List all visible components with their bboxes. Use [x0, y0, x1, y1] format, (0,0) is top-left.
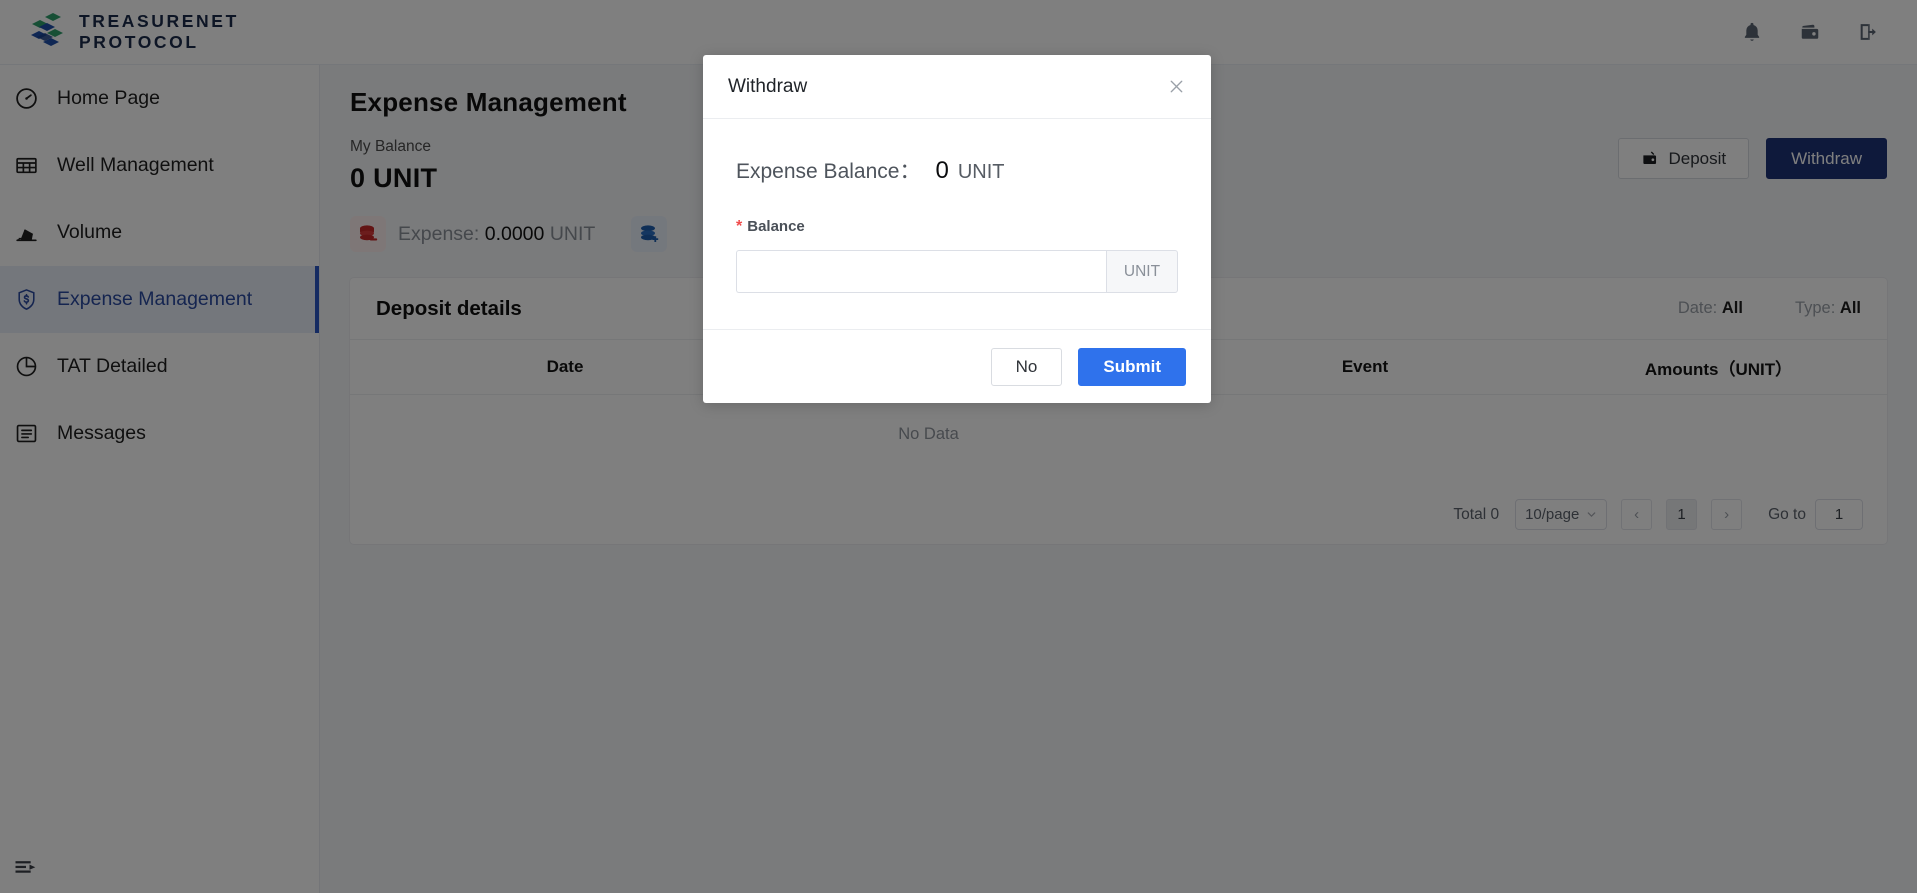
- modal-footer: No Submit: [703, 329, 1211, 403]
- app-root: TREASURENET PROTOCOL: [0, 0, 1917, 893]
- expense-balance-unit: UNIT: [957, 161, 1005, 183]
- balance-input-unit-addon: UNIT: [1106, 250, 1178, 293]
- balance-label-text: Balance: [747, 218, 805, 235]
- modal-header: Withdraw: [703, 55, 1211, 119]
- required-marker: *: [736, 217, 743, 235]
- modal-cancel-button[interactable]: No: [990, 347, 1063, 386]
- expense-balance-value: 0: [935, 157, 949, 184]
- balance-input[interactable]: [736, 250, 1106, 293]
- modal-title: Withdraw: [728, 75, 808, 97]
- balance-field: * Balance UNIT: [736, 218, 1178, 293]
- expense-balance-label: Expense Balance：: [736, 160, 921, 183]
- modal-body: Expense Balance： 0 UNIT * Balance UNIT: [703, 119, 1211, 329]
- close-icon[interactable]: [1167, 77, 1186, 96]
- expense-balance-row: Expense Balance： 0 UNIT: [736, 155, 1178, 185]
- modal-submit-button[interactable]: Submit: [1078, 347, 1186, 386]
- balance-input-group: UNIT: [736, 250, 1178, 293]
- withdraw-modal: Withdraw Expense Balance： 0 UNIT * Balan…: [703, 55, 1211, 403]
- balance-field-label: * Balance: [736, 218, 1178, 235]
